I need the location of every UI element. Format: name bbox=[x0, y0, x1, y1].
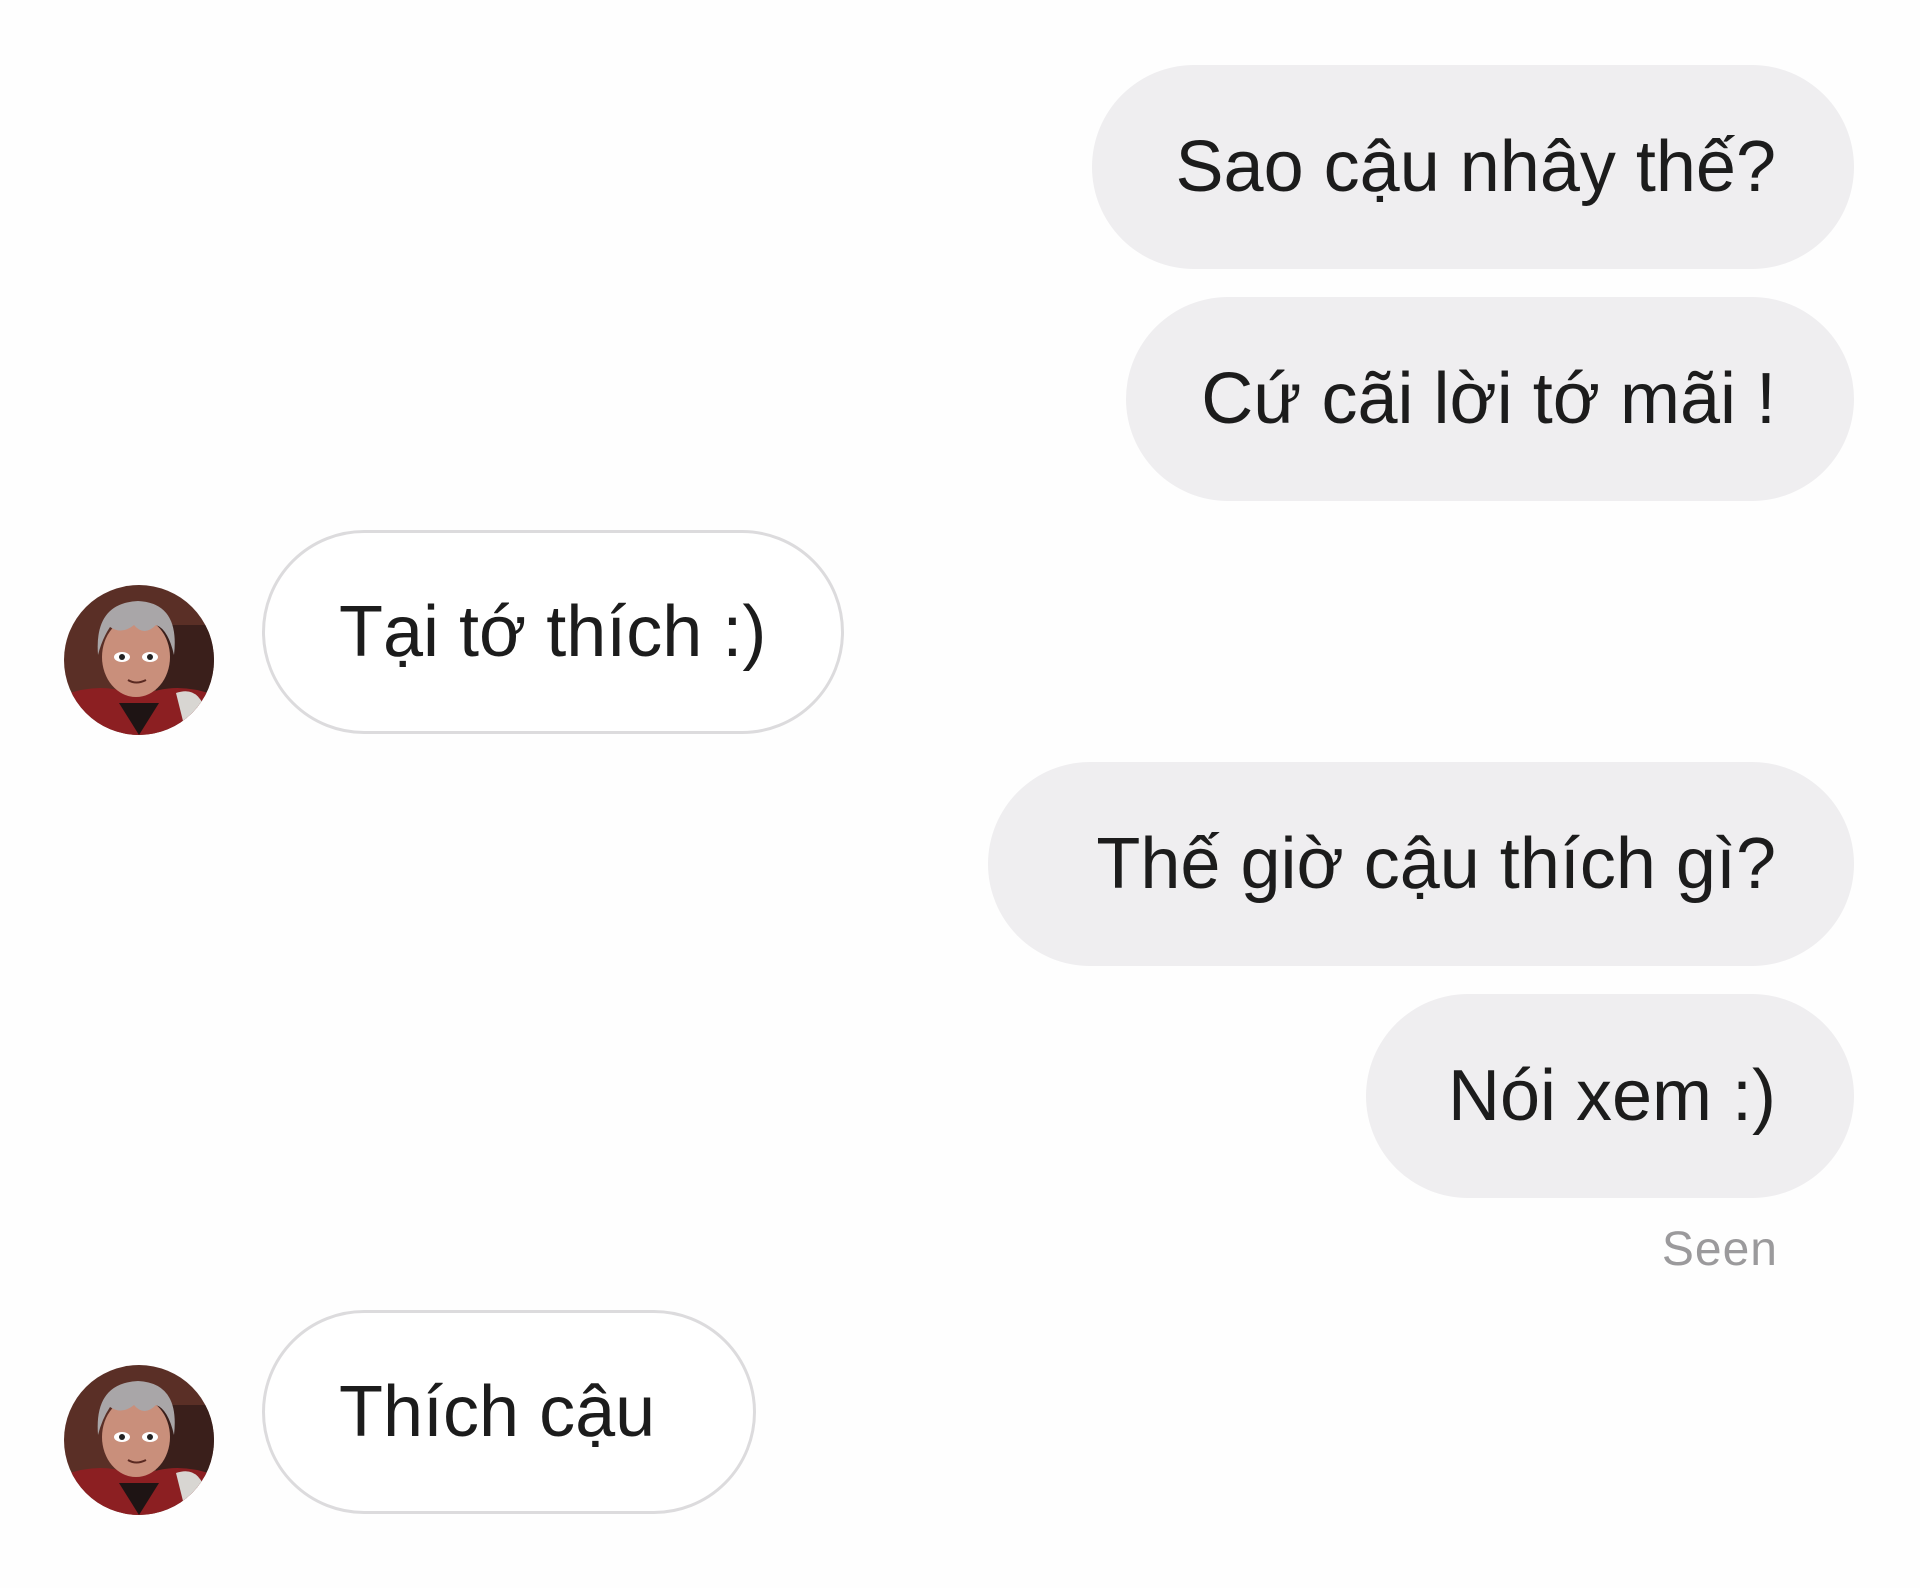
message-bubble-sent[interactable]: Cứ cãi lời tớ mãi ! bbox=[1126, 297, 1854, 501]
message-text: Thế giờ cậu thích gì? bbox=[1096, 824, 1776, 904]
avatar[interactable] bbox=[64, 1365, 214, 1515]
message-text: Nói xem :) bbox=[1447, 1056, 1776, 1136]
message-text: Tại tớ thích :) bbox=[339, 592, 767, 672]
message-bubble-received[interactable]: Thích cậu bbox=[262, 1310, 756, 1514]
message-bubble-sent[interactable]: Sao cậu nhây thế? bbox=[1092, 65, 1854, 269]
contact-avatar-icon bbox=[64, 585, 214, 735]
message-text: Thích cậu bbox=[339, 1372, 656, 1452]
avatar[interactable] bbox=[64, 585, 214, 735]
contact-avatar-icon bbox=[64, 1365, 214, 1515]
seen-status: Seen bbox=[1661, 1223, 1778, 1276]
message-bubble-sent[interactable]: Thế giờ cậu thích gì? bbox=[988, 762, 1854, 966]
message-bubble-sent[interactable]: Nói xem :) bbox=[1366, 994, 1854, 1198]
message-bubble-received[interactable]: Tại tớ thích :) bbox=[262, 530, 844, 734]
message-text: Sao cậu nhây thế? bbox=[1175, 127, 1776, 207]
message-text: Cứ cãi lời tớ mãi ! bbox=[1201, 359, 1776, 439]
